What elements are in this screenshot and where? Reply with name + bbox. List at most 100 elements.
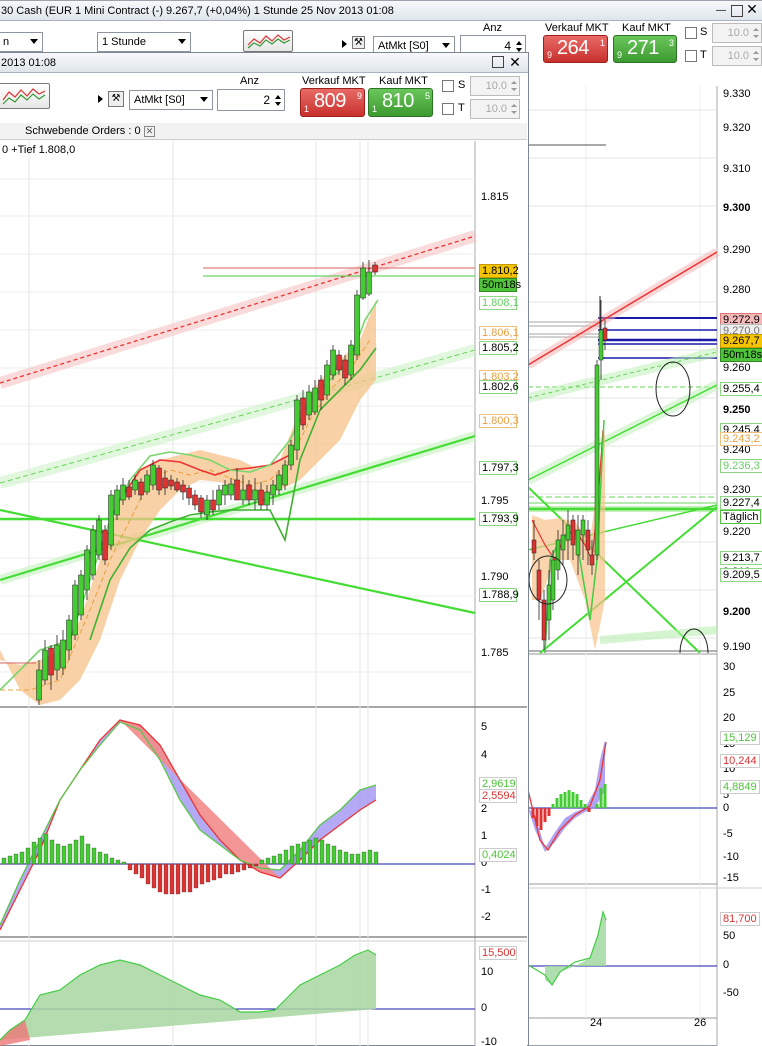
front-price-tag: 1.810,2 — [479, 264, 519, 278]
front-macd-bar — [313, 837, 319, 865]
front-osc-tag: 15,500 — [479, 946, 517, 960]
front-candle-body — [48, 647, 54, 676]
front-macd-bar — [127, 863, 133, 871]
front-macd-bar — [355, 853, 361, 865]
front-candle-body — [66, 619, 72, 651]
front-candle-body — [42, 649, 48, 681]
front-candle-body — [72, 584, 78, 636]
front-macd-bar — [199, 863, 205, 885]
front-candle-body — [360, 267, 366, 299]
front-macd-bar — [103, 853, 109, 865]
front-candle-body — [144, 474, 150, 493]
front-macd-bar — [43, 833, 49, 865]
front-macd-bar — [343, 851, 349, 865]
front-candle-body — [288, 444, 294, 466]
front-candle-body — [246, 484, 252, 501]
front-macd-bar — [139, 863, 145, 879]
front-candle-body — [162, 477, 168, 489]
front-macd-bar — [319, 839, 325, 865]
front-macd-bar — [241, 863, 247, 871]
front-candle-body — [342, 359, 348, 379]
front-macd-bar — [163, 863, 169, 895]
front-macd-bar — [193, 863, 199, 889]
front-candle-body — [216, 489, 222, 506]
front-candle-body — [282, 464, 288, 486]
front-macd-bar — [295, 843, 301, 865]
front-macd-bar — [1, 857, 7, 865]
front-macd-bar — [25, 847, 31, 865]
front-macd-bar — [79, 835, 85, 865]
front-macd-bar — [175, 863, 181, 895]
front-macd-bar — [277, 853, 283, 865]
front-price-tick: 1.795 — [481, 495, 509, 507]
front-macd-bar — [259, 859, 265, 865]
front-macd-bar — [289, 845, 295, 865]
front-macd-fill-red — [120, 720, 280, 878]
front-macd-bar — [325, 843, 331, 865]
front-macd-bar — [211, 863, 217, 881]
front-macd-bar — [217, 863, 223, 879]
front-macd-bar — [373, 851, 379, 865]
front-macd-bar — [331, 845, 337, 865]
front-osc-area — [0, 950, 376, 1040]
front-candle-body — [120, 484, 126, 501]
front-candle-body — [132, 479, 138, 491]
front-macd-bar — [169, 863, 175, 895]
front-osc-neg — [0, 1020, 30, 1046]
front-candle-body — [300, 397, 306, 426]
front-candle-body — [354, 294, 360, 356]
front-macd-bar — [91, 847, 97, 865]
front-macd-bar — [229, 863, 235, 875]
front-macd-tag: 2,5594 — [479, 789, 517, 803]
front-info-text: 0 +Tief 1.808,0 — [2, 144, 76, 156]
front-candle-body — [186, 487, 192, 499]
front-macd-line — [0, 721, 377, 926]
front-macd-bar — [97, 851, 103, 865]
front-candle-body — [90, 529, 96, 576]
front-macd-bar — [133, 863, 139, 875]
front-macd-bar — [115, 859, 121, 865]
front-price-tag: 1.800,3 — [479, 414, 519, 428]
front-candle-body — [372, 264, 378, 273]
front-candle-body — [78, 574, 84, 616]
front-candle-body — [192, 494, 198, 506]
front-macd-bar — [85, 843, 91, 865]
front-macd-bar — [73, 839, 79, 865]
front-candle-body — [126, 486, 132, 498]
front-price-tag: 1.788,9 — [479, 588, 519, 602]
front-candle-body — [138, 481, 144, 496]
front-candle-body — [324, 364, 330, 396]
front-macd-bar — [19, 851, 25, 865]
front-candle-body — [366, 271, 372, 295]
front-macd-bar — [205, 863, 211, 883]
front-osc-tick: 0 — [481, 1002, 488, 1014]
front-price-tick: 1.815 — [481, 191, 509, 203]
front-candle-body — [102, 529, 108, 561]
front-candle-body — [108, 494, 114, 546]
front-macd-bar — [301, 841, 307, 865]
trading-platform-screen: 30 Cash (EUR 1 Mini Contract (-) 9.267,7… — [0, 0, 762, 1046]
front-candle-body — [168, 479, 174, 487]
front-macd-bar — [13, 853, 19, 865]
front-macd-tick: 5 — [481, 721, 488, 733]
front-macd-bar — [49, 839, 55, 865]
front-candle-body — [84, 549, 90, 591]
front-candle-body — [312, 387, 318, 413]
front-macd-bar — [349, 853, 355, 865]
front-candle-body — [198, 497, 204, 513]
front-price-tick: 1.790 — [481, 571, 509, 583]
front-candle-body — [276, 474, 282, 491]
front-macd-bar — [157, 863, 163, 893]
front-osc-tick: -10 — [481, 1036, 497, 1046]
front-candle-body — [228, 483, 234, 496]
front-macd-bar — [31, 841, 37, 865]
front-macd-bar — [181, 863, 187, 893]
front-price-tag: 1.802,6 — [479, 380, 519, 394]
front-macd-bar — [247, 863, 253, 869]
front-price-tag: 1.797,3 — [479, 461, 519, 475]
front-macd-bar — [61, 845, 67, 865]
front-candle-body — [270, 484, 276, 496]
front-price-chart[interactable] — [0, 0, 762, 1046]
front-candle-body — [306, 391, 312, 416]
front-price-tick: 1.785 — [481, 647, 509, 659]
